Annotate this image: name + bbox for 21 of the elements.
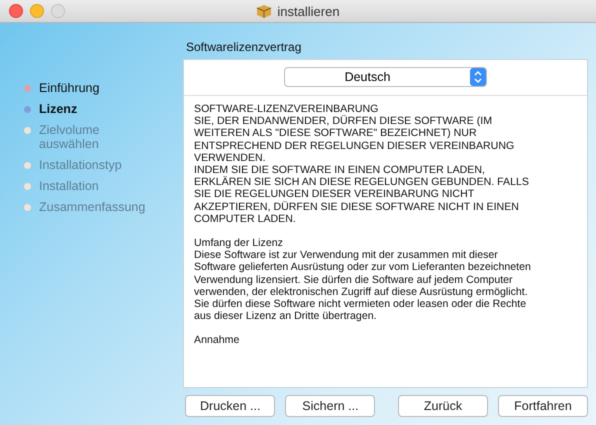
print-button[interactable]: Drucken ... <box>185 395 276 417</box>
minimize-button[interactable] <box>30 4 44 18</box>
step-label: Zusammenfassung <box>39 200 146 214</box>
step-label: Lizenz <box>39 102 78 116</box>
section-heading: Softwarelizenzvertrag <box>186 40 302 54</box>
license-paragraph: Umfang der Lizenz Diese Software ist zur Verwendung mit der zusammen mit dieser Software gelieferten Ausrüstung oder zur vom Lieferanten bezeichneten Verwendung lizensiert. Sie dürfen die Software auf jedem Computer verwenden, der elektronischen Zugriff auf diese Ausrüstung ermöglicht. Sie dürfen diese Software nicht vermieten oder leasen oder die Rechte aus dieser Lizenz an Dritte übertragen. <box>194 237 532 322</box>
continue-button[interactable]: Fortfahren <box>498 395 588 417</box>
close-button[interactable] <box>9 4 23 18</box>
license-paragraph: Annahme <box>194 334 240 347</box>
window-title: installieren <box>277 4 340 18</box>
zoom-button[interactable] <box>51 4 65 18</box>
back-button[interactable]: Zurück <box>398 395 488 417</box>
step-label: Zielvolume auswählen <box>39 123 100 151</box>
save-button[interactable]: Sichern ... <box>285 395 376 417</box>
package-icon <box>256 4 272 18</box>
license-paragraph: SOFTWARE-LIZENZVEREINBARUNG SIE, DER ENDANWENDER, DÜRFEN DIESE SOFTWARE (IM WEITEREN ALS "DIESE SOFTWARE" BEZEICHNET) NUR ENTSPRECHEND DER REGELUNGEN DIESER VEREINBARUNG VERWENDEN. INDEM SIE DIE SOFTWARE IN EINEN COMPUTER LADEN, ERKLÄREN SIE SICH AN DIESE REGELUNGEN GEBUNDEN. FALLS SIE DIE REGELUNGEN DIESER VEREINBARUNG NICHT AKZEPTIEREN, DÜRFEN SIE DIESE SOFTWARE NICHT IN EINEN COMPUTER LADEN. <box>194 103 530 226</box>
language-dropdown[interactable]: Deutsch <box>284 67 487 87</box>
step-label: Installationstyp <box>39 158 122 172</box>
step-label: Installation <box>39 179 99 193</box>
step-label: Einführung <box>39 81 100 95</box>
stepper-arrows-icon <box>470 68 486 86</box>
